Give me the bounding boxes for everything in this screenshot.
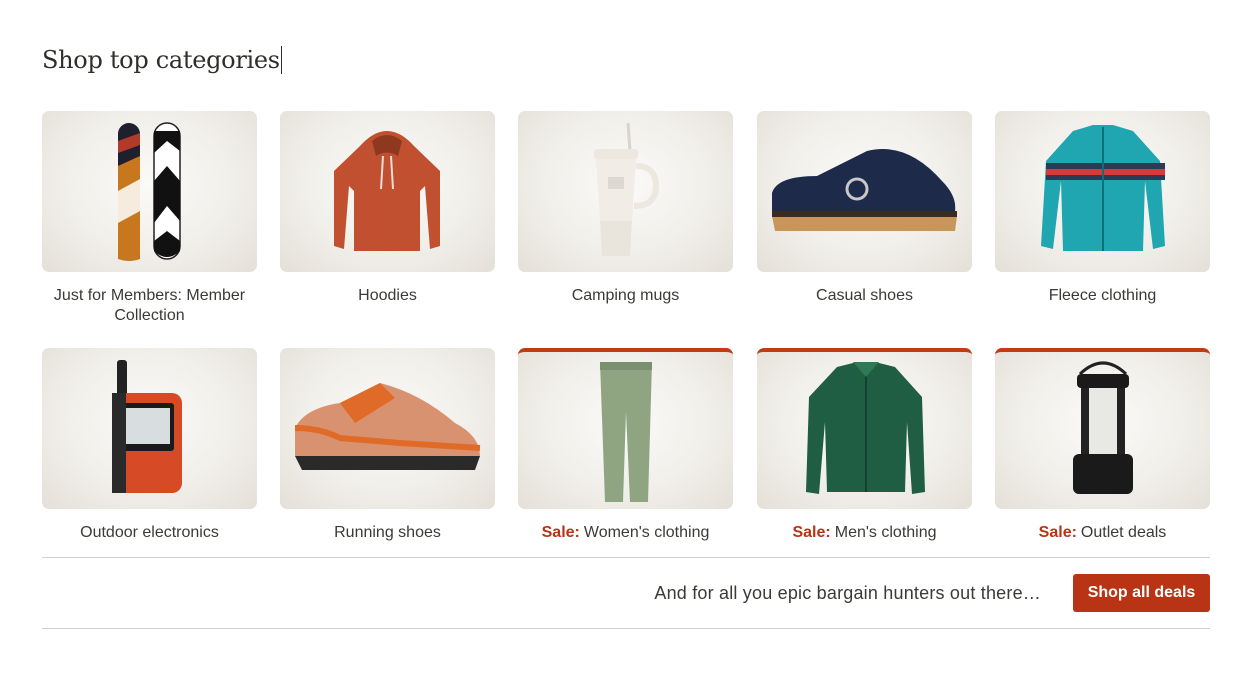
category-label: Sale: Women's clothing — [518, 523, 733, 543]
gps-device-image — [42, 348, 257, 509]
category-label-text: Running shoes — [334, 524, 441, 541]
shop-all-deals-button[interactable]: Shop all deals — [1073, 574, 1210, 612]
running-shoe-image — [280, 348, 495, 509]
leggings-image — [518, 348, 733, 509]
category-label: Fleece clothing — [995, 286, 1210, 306]
text-caret — [280, 46, 282, 74]
snowboard-image — [42, 111, 257, 272]
category-label: Running shoes — [280, 523, 495, 543]
category-label-text: Outdoor electronics — [80, 524, 219, 541]
category-card-casual-shoes[interactable]: Casual shoes — [757, 111, 972, 306]
category-card-sale-mens[interactable]: Sale: Men's clothing — [757, 348, 972, 543]
divider-bottom — [42, 628, 1210, 629]
category-label-text: Hoodies — [358, 287, 417, 304]
category-label: Outdoor electronics — [42, 523, 257, 543]
category-card-fleece-clothing[interactable]: Fleece clothing — [995, 111, 1210, 306]
category-label-text: Fleece clothing — [1048, 287, 1157, 304]
category-card-hoodies[interactable]: Hoodies — [280, 111, 495, 306]
category-card-camping-mugs[interactable]: Camping mugs — [518, 111, 733, 306]
category-label: Camping mugs — [518, 286, 733, 306]
category-label: Casual shoes — [757, 286, 972, 306]
category-label-text: Camping mugs — [571, 287, 680, 304]
category-card-running-shoes[interactable]: Running shoes — [280, 348, 495, 543]
category-label-text: Outlet deals — [1080, 524, 1167, 541]
fleece-jacket-image — [995, 111, 1210, 272]
category-label: Sale: Outlet deals — [995, 523, 1210, 543]
sale-prefix: Sale: — [1038, 524, 1077, 541]
category-card-member-collection[interactable]: Just for Members: Member Collection — [42, 111, 257, 326]
category-label-text: Women's clothing — [583, 524, 710, 541]
clog-image — [757, 111, 972, 272]
category-label-text: Casual shoes — [816, 287, 913, 304]
sale-prefix: Sale: — [541, 524, 580, 541]
category-card-sale-womens[interactable]: Sale: Women's clothing — [518, 348, 733, 543]
section-heading-text: Shop top categories — [42, 46, 280, 74]
sale-prefix: Sale: — [792, 524, 831, 541]
category-card-outdoor-electronics[interactable]: Outdoor electronics — [42, 348, 257, 543]
promo-text: And for all you epic bargain hunters out… — [654, 583, 1041, 603]
divider-top — [42, 557, 1210, 558]
mug-image — [518, 111, 733, 272]
category-label: Sale: Men's clothing — [757, 523, 972, 543]
category-label: Just for Members: Member Collection — [42, 286, 257, 326]
category-label: Hoodies — [280, 286, 495, 306]
section-heading: Shop top categories — [42, 46, 282, 74]
category-card-sale-outlet[interactable]: Sale: Outlet deals — [995, 348, 1210, 543]
hoodie-image — [280, 111, 495, 272]
lantern-image — [995, 348, 1210, 509]
category-label-text: Men's clothing — [834, 524, 937, 541]
category-label-text: Just for Members: Member Collection — [53, 287, 246, 324]
jacket-image — [757, 348, 972, 509]
